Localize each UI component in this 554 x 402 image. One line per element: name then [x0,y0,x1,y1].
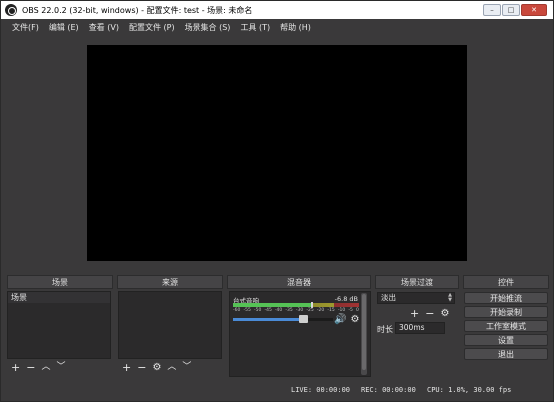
meter-scale-tick: -5 [348,308,353,313]
start-streaming-button[interactable]: 开始推流 [464,292,548,304]
transitions-dock-title: 场景过渡 [375,275,459,289]
meter-scale-tick: -40 [274,308,283,313]
obs-window: OBS 22.0.2 (32-bit, windows) - 配置文件: tes… [0,0,554,402]
preview-canvas[interactable] [87,45,467,261]
move-down-icon[interactable]: ﹀ [56,363,65,372]
gear-icon[interactable]: ⚙ [350,314,359,325]
mixer-scrollbar[interactable] [361,293,367,375]
obs-logo-icon [5,4,17,16]
spin-arrows-icon: ▲ ▼ [448,292,452,303]
volume-meter-fill [233,303,312,307]
mixer-channel: 台式音响 -6.8 dB -60 -55 -50 -45 -40 -35 -30 -25 -20… [229,291,371,377]
window-controls: – □ ✕ [483,4,547,16]
duration-value: 300ms [399,323,425,332]
volume-slider[interactable] [233,315,333,323]
live-status: LIVE: 00:00:00 [291,386,351,394]
menu-scene-collection[interactable]: 场景集合 (S) [180,22,236,33]
add-icon[interactable]: + [410,308,419,319]
meter-scale-tick: -35 [285,308,293,313]
rec-status: REC: 00:00:00 [361,386,416,394]
mixer-scrollbar-thumb[interactable] [362,294,366,370]
mixer-icons: 🔊 ⚙ [334,314,359,325]
meter-scale-tick: -25 [306,308,314,313]
mixer-level-db: -6.8 dB [334,295,358,303]
speaker-icon[interactable]: 🔊 [334,314,346,325]
volume-meter [233,302,359,308]
list-item[interactable]: 场景 [8,292,110,303]
start-recording-button[interactable]: 开始录制 [464,306,548,318]
mixer-dock-title: 混音器 [227,275,371,289]
meter-scale-tick: -50 [253,308,262,313]
sources-list[interactable] [118,291,222,359]
remove-icon[interactable]: − [26,362,35,373]
minimize-button[interactable]: – [483,4,501,16]
maximize-button[interactable]: □ [502,4,520,16]
transition-select-value: 淡出 [381,293,396,302]
meter-scale-tick: -15 [327,308,335,313]
remove-icon[interactable]: − [425,308,434,319]
menu-tools[interactable]: 工具 (T) [235,22,275,33]
title-bar: OBS 22.0.2 (32-bit, windows) - 配置文件: tes… [1,1,553,19]
sources-dock-title: 来源 [117,275,223,289]
meter-scale-tick: -45 [264,308,272,313]
volume-slider-fill [233,318,303,321]
meter-scale-tick: -20 [316,308,325,313]
transition-select[interactable]: 淡出 ▲ ▼ [377,292,455,304]
menu-edit[interactable]: 编辑 (E) [44,22,84,33]
controls-dock-title: 控件 [463,275,549,289]
studio-mode-button[interactable]: 工作室模式 [464,320,548,332]
gear-icon[interactable]: ⚙ [152,362,161,373]
move-up-icon[interactable]: ︿ [41,363,50,372]
menu-file[interactable]: 文件(F) [7,22,44,33]
transitions-toolbar: + − ⚙ [410,308,449,319]
meter-scale-tick: -30 [295,308,304,313]
duration-label: 时长 [377,325,393,334]
duration-input[interactable]: 300ms [395,322,445,334]
scenes-dock-title: 场景 [7,275,113,289]
move-up-icon[interactable]: ︿ [167,363,176,372]
menu-view[interactable]: 查看 (V) [84,22,124,33]
window-title: OBS 22.0.2 (32-bit, windows) - 配置文件: tes… [22,5,253,15]
meter-scale-tick: -60 [233,308,241,313]
gear-icon[interactable]: ⚙ [440,308,449,319]
move-down-icon[interactable]: ﹀ [182,363,191,372]
status-bar: LIVE: 00:00:00 REC: 00:00:00 CPU: 1.0%, … [1,381,553,401]
menu-profile[interactable]: 配置文件 (P) [124,22,180,33]
meter-scale-tick: 0 [355,308,359,313]
menu-help[interactable]: 帮助 (H) [275,22,316,33]
add-icon[interactable]: + [11,362,20,373]
meter-scale-tick: -10 [337,308,346,313]
scenes-toolbar: + − ︿ ﹀ [11,362,65,373]
meter-scale-tick: -55 [243,308,251,313]
exit-button[interactable]: 退出 [464,348,548,360]
settings-button[interactable]: 设置 [464,334,548,346]
volume-slider-handle[interactable] [299,315,308,323]
sources-toolbar: + − ⚙ ︿ ﹀ [122,362,191,373]
scenes-list[interactable]: 场景 [7,291,111,359]
menu-bar: 文件(F) 编辑 (E) 查看 (V) 配置文件 (P) 场景集合 (S) 工具… [1,19,553,35]
close-button[interactable]: ✕ [521,4,547,16]
cpu-status: CPU: 1.0%, 30.00 fps [427,386,512,394]
meter-scale: -60 -55 -50 -45 -40 -35 -30 -25 -20 -15 -10 -5 0 [233,308,359,313]
preview-area [5,37,549,269]
remove-icon[interactable]: − [137,362,146,373]
add-icon[interactable]: + [122,362,131,373]
